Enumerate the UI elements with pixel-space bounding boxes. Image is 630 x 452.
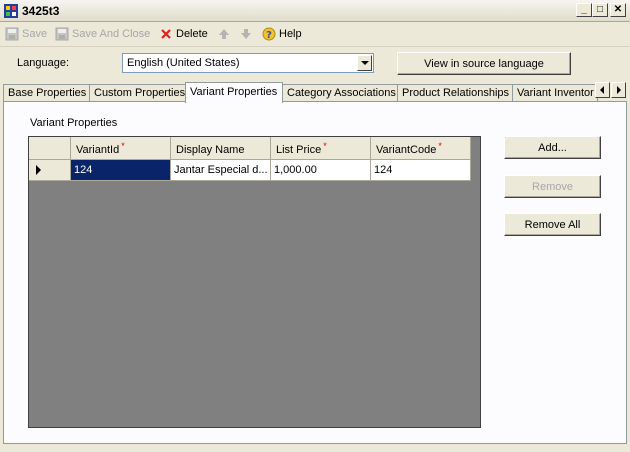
tab-variant-inventory[interactable]: Variant Inventor bbox=[512, 84, 598, 102]
language-select[interactable]: English (United States) bbox=[122, 53, 374, 73]
required-marker: * bbox=[323, 141, 327, 151]
delete-button[interactable]: Delete bbox=[159, 27, 208, 41]
title-bar: 3425t3 _ □ ✕ bbox=[0, 0, 630, 22]
svg-text:?: ? bbox=[266, 30, 272, 41]
close-window-button[interactable]: ✕ bbox=[610, 3, 626, 17]
delete-label: Delete bbox=[176, 28, 208, 40]
tab-scroll-right-button[interactable] bbox=[611, 82, 626, 98]
save-icon bbox=[5, 27, 19, 41]
cell-variantid[interactable]: 124 bbox=[71, 160, 171, 181]
required-marker: * bbox=[438, 141, 442, 151]
cell-list-price[interactable]: 1,000.00 bbox=[271, 160, 371, 181]
tab-strip: Base Properties Custom Properties Varian… bbox=[3, 82, 630, 103]
language-value: English (United States) bbox=[127, 57, 240, 69]
column-header-display-name[interactable]: Display Name bbox=[171, 137, 271, 160]
column-label: VariantCode bbox=[376, 144, 437, 156]
chevron-down-icon[interactable] bbox=[357, 55, 372, 71]
move-up-button[interactable] bbox=[217, 27, 231, 41]
save-close-icon bbox=[55, 27, 69, 41]
tab-category-associations[interactable]: Category Associations bbox=[282, 84, 398, 102]
save-and-close-label: Save And Close bbox=[72, 28, 151, 40]
minimize-icon: _ bbox=[581, 4, 587, 15]
view-source-language-button[interactable]: View in source language bbox=[397, 52, 571, 75]
tab-variant-properties[interactable]: Variant Properties bbox=[185, 82, 283, 103]
help-button[interactable]: ? Help bbox=[262, 27, 302, 41]
maximize-icon: □ bbox=[596, 4, 604, 15]
minimize-button[interactable]: _ bbox=[576, 3, 592, 17]
column-header-list-price[interactable]: List Price * bbox=[271, 137, 371, 160]
arrow-up-icon bbox=[219, 29, 229, 39]
column-header-variantid[interactable]: VariantId * bbox=[71, 137, 171, 160]
move-down-button[interactable] bbox=[239, 27, 253, 41]
column-label: VariantId bbox=[76, 144, 120, 156]
add-button[interactable]: Add... bbox=[504, 136, 601, 159]
help-icon: ? bbox=[262, 27, 276, 41]
row-header-corner bbox=[29, 137, 71, 160]
language-label: Language: bbox=[17, 57, 69, 69]
close-icon: ✕ bbox=[613, 4, 623, 15]
tab-custom-properties[interactable]: Custom Properties bbox=[89, 84, 186, 102]
save-button[interactable]: Save bbox=[5, 27, 47, 41]
column-label: Display Name bbox=[176, 144, 245, 156]
cell-variantcode[interactable]: 124 bbox=[371, 160, 471, 181]
variants-grid[interactable]: VariantId * Display Name List Price * Vari… bbox=[28, 136, 481, 428]
window-title: 3425t3 bbox=[22, 4, 60, 18]
current-row-icon bbox=[36, 165, 41, 175]
column-header-variantcode[interactable]: VariantCode * bbox=[371, 137, 471, 160]
toolbar-separator bbox=[0, 46, 630, 47]
toolbar: Save Save And Close Delete ? Help bbox=[0, 23, 630, 45]
delete-icon bbox=[161, 29, 171, 39]
column-label: List Price bbox=[276, 144, 322, 156]
remove-all-button[interactable]: Remove All bbox=[504, 213, 601, 236]
save-label: Save bbox=[22, 28, 48, 40]
required-marker: * bbox=[121, 141, 125, 151]
tab-scroll-left-button[interactable] bbox=[595, 82, 610, 98]
help-label: Help bbox=[279, 28, 302, 40]
row-header[interactable] bbox=[29, 160, 71, 181]
arrow-right-icon bbox=[617, 86, 621, 94]
save-and-close-button[interactable]: Save And Close bbox=[55, 27, 150, 41]
tab-product-relationships[interactable]: Product Relationships bbox=[397, 84, 513, 102]
maximize-button[interactable]: □ bbox=[592, 3, 608, 17]
arrow-left-icon bbox=[600, 86, 604, 94]
remove-button[interactable]: Remove bbox=[504, 175, 601, 198]
tab-base-properties[interactable]: Base Properties bbox=[3, 84, 90, 102]
arrow-down-icon bbox=[241, 29, 251, 39]
variant-properties-label: Variant Properties bbox=[30, 117, 118, 129]
cell-display-name[interactable]: Jantar Especial d... bbox=[171, 160, 271, 181]
app-icon bbox=[4, 4, 18, 18]
